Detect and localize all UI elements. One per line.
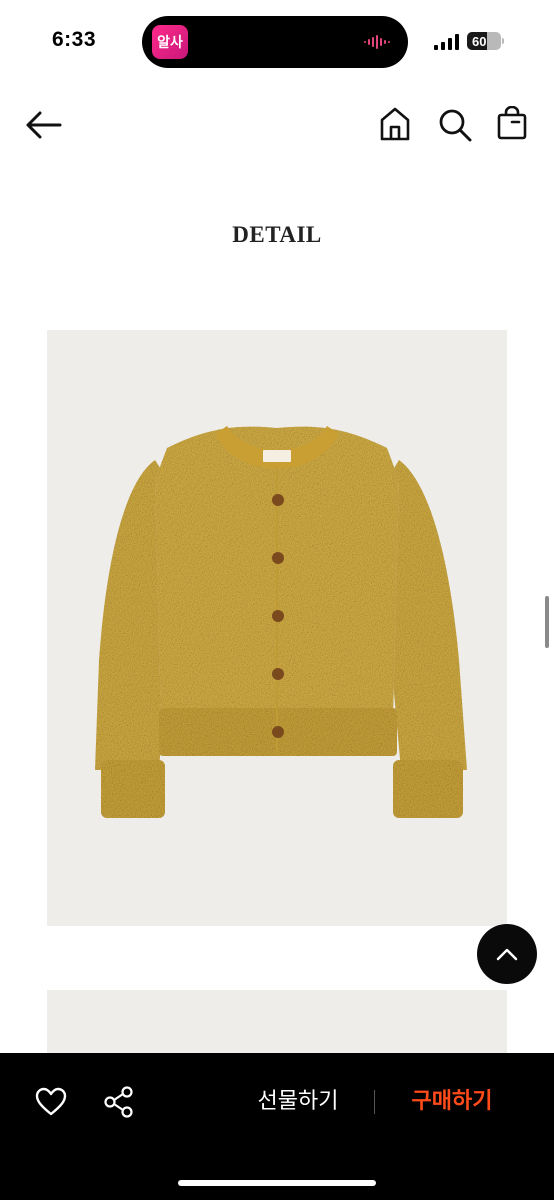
home-icon[interactable] xyxy=(378,106,412,142)
scroll-top-button[interactable] xyxy=(477,924,537,984)
arrow-left-icon[interactable] xyxy=(24,110,62,140)
cellular-signal-icon xyxy=(434,34,459,50)
yellow-knit-cardigan-image xyxy=(95,426,467,818)
dynamic-island: 알사 xyxy=(142,16,408,68)
search-icon[interactable] xyxy=(438,108,472,142)
scroll-indicator[interactable] xyxy=(545,596,549,648)
battery-cap xyxy=(502,38,504,44)
app-badge[interactable]: 알사 xyxy=(152,25,188,59)
chevron-up-icon xyxy=(496,948,518,961)
buy-button[interactable]: 구매하기 xyxy=(392,1086,512,1118)
battery-indicator: 60 xyxy=(467,32,501,50)
product-image xyxy=(47,330,507,926)
gift-button[interactable]: 선물하기 xyxy=(238,1086,358,1118)
heart-icon[interactable] xyxy=(35,1087,67,1117)
home-indicator[interactable] xyxy=(178,1180,376,1186)
bottom-action-bar xyxy=(0,1053,554,1200)
audio-waveform-icon xyxy=(364,35,390,49)
share-icon[interactable] xyxy=(104,1086,134,1118)
action-divider xyxy=(374,1090,375,1114)
shopping-bag-icon[interactable] xyxy=(496,106,528,140)
status-time: 6:33 xyxy=(52,28,97,51)
page-title: DETAIL xyxy=(232,222,322,247)
battery-percent: 60 xyxy=(472,33,487,49)
